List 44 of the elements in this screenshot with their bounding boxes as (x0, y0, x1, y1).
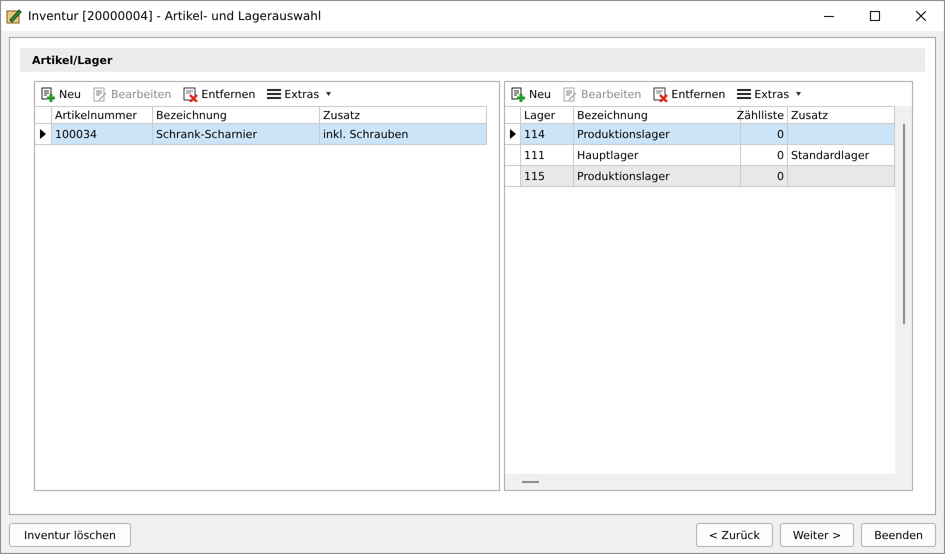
dropdown-caret-icon (326, 92, 332, 96)
edit-document-icon (562, 86, 578, 102)
close-icon (916, 11, 926, 21)
row-indicator[interactable] (505, 124, 521, 145)
footer-button[interactable]: Inventur löschen (9, 523, 131, 547)
table-cell: Schrank-Scharnier (153, 124, 320, 145)
menu-icon (267, 88, 282, 100)
window-title: Inventur [20000004] - Artikel- und Lagerauswahl (28, 9, 322, 23)
delete-document-icon (653, 86, 668, 102)
footer-button[interactable]: < Zurück (696, 523, 773, 547)
footer-button[interactable]: Weiter > (780, 523, 854, 547)
row-indicator[interactable] (35, 124, 52, 145)
table-cell: Hauptlager (574, 145, 741, 166)
table-cell: Produktionslager (574, 124, 741, 145)
table-cell: 114 (521, 124, 574, 145)
dropdown-caret-icon (796, 92, 802, 96)
section-header: Artikel/Lager (20, 48, 925, 72)
toolbar-button[interactable]: Extras (265, 84, 334, 104)
table-cell: 115 (521, 166, 574, 187)
delete-document-icon (183, 86, 198, 102)
vertical-scrollbar[interactable] (902, 124, 904, 324)
current-row-icon (40, 129, 46, 139)
menu-icon (737, 88, 752, 100)
toolbar-button[interactable]: Extras (735, 84, 804, 104)
toolbar-button[interactable]: Neu (39, 84, 83, 104)
new-document-icon (41, 86, 56, 102)
current-row-icon (510, 129, 516, 139)
horizontal-scrollbar[interactable] (522, 481, 539, 483)
maximize-icon (870, 11, 880, 21)
table-cell: Produktionslager (574, 166, 741, 187)
table-cell: Standardlager (788, 145, 895, 166)
table-cell: inkl. Schrauben (320, 124, 487, 145)
toolbar-button[interactable]: Entfernen (651, 84, 728, 104)
table-cell: 100034 (52, 124, 153, 145)
table-cell: 111 (521, 145, 574, 166)
toolbar-button[interactable]: Entfernen (181, 84, 258, 104)
edit-document-icon (92, 86, 108, 102)
new-document-icon (511, 86, 526, 102)
app-icon (6, 8, 22, 24)
toolbar-button[interactable]: Neu (509, 84, 553, 104)
table-cell: 0 (741, 145, 788, 166)
footer-button[interactable]: Beenden (861, 523, 936, 547)
table-cell: 0 (741, 124, 788, 145)
table-cell: 0 (741, 166, 788, 187)
